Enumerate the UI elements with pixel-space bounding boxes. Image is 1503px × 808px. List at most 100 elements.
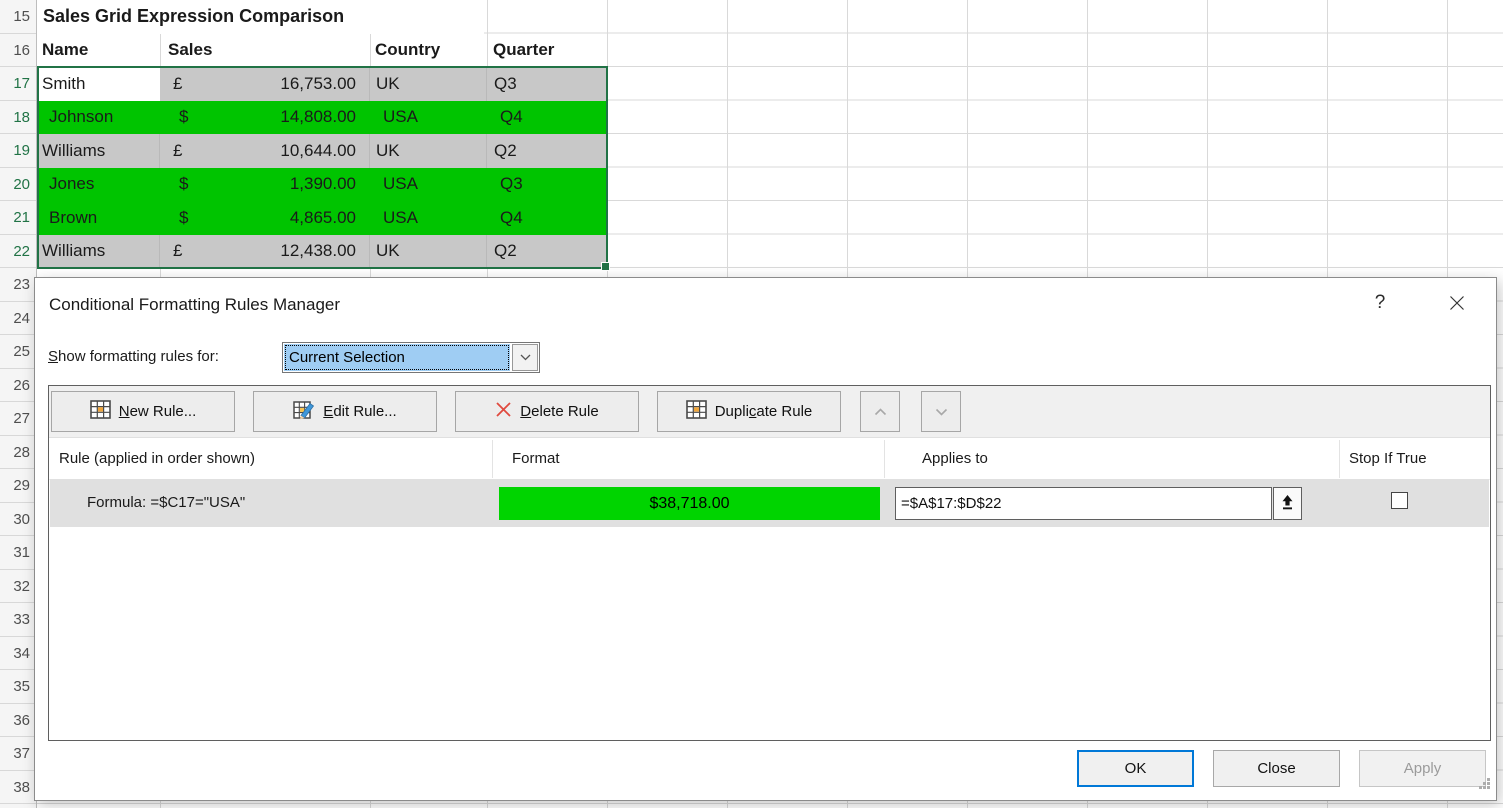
currency-symbol: £ (173, 74, 182, 94)
cell-sales[interactable]: £ 16,753.00 (160, 67, 370, 101)
table-row: Johnson $ 14,808.00 USA Q4 (37, 101, 607, 135)
amount: 4,865.00 (290, 208, 356, 228)
applies-to-input[interactable] (895, 487, 1272, 520)
cell-country[interactable]: UK (370, 235, 487, 269)
cell-country[interactable]: UK (370, 134, 487, 168)
row-header[interactable]: 33 (0, 603, 36, 637)
row-header[interactable]: 17 (0, 67, 36, 101)
new-rule-button[interactable]: New Rule... (51, 391, 235, 432)
currency-symbol: $ (179, 174, 188, 194)
cell-sales[interactable]: $ 14,808.00 (160, 101, 370, 135)
cell-sales[interactable]: $ 4,865.00 (160, 201, 370, 235)
row-header[interactable]: 29 (0, 469, 36, 503)
button-label: Duplicate Rule (715, 403, 813, 420)
collapse-dialog-button[interactable] (1273, 487, 1302, 520)
cell-country[interactable]: UK (370, 67, 487, 101)
rule-row[interactable]: Formula: =$C17="USA" $38,718.00 (50, 479, 1489, 527)
duplicate-rule-button[interactable]: Duplicate Rule (657, 391, 841, 432)
cell-name[interactable]: Johnson (37, 101, 160, 135)
dialog-title: Conditional Formatting Rules Manager (49, 295, 340, 315)
table-row: Brown $ 4,865.00 USA Q4 (37, 201, 607, 235)
amount: 14,808.00 (280, 107, 356, 127)
table-row: Smith £ 16,753.00 UK Q3 (37, 67, 607, 101)
row-header[interactable]: 16 (0, 34, 36, 68)
collapse-arrow-icon (1280, 494, 1295, 514)
delete-rule-button[interactable]: Delete Rule (455, 391, 639, 432)
row-header[interactable]: 15 (0, 0, 36, 34)
rules-list-header: Rule (applied in order shown) Format App… (49, 437, 1490, 480)
scope-dropdown-value: Current Selection (284, 344, 510, 371)
button-label: Edit Rule... (323, 403, 396, 420)
row-header[interactable]: 21 (0, 201, 36, 235)
row-header[interactable]: 30 (0, 503, 36, 537)
cell-sales[interactable]: $ 1,390.00 (160, 168, 370, 202)
amount: 10,644.00 (280, 141, 356, 161)
currency-symbol: £ (173, 141, 182, 161)
apply-button[interactable]: Apply (1359, 750, 1486, 787)
row-header[interactable]: 22 (0, 235, 36, 269)
row-header[interactable]: 23 (0, 268, 36, 302)
edit-rule-button[interactable]: Edit Rule... (253, 391, 437, 432)
cell-country[interactable]: USA (370, 101, 487, 135)
row-header[interactable]: 19 (0, 134, 36, 168)
cell-sales[interactable]: £ 10,644.00 (160, 134, 370, 168)
resize-grip[interactable] (1478, 777, 1491, 795)
close-button[interactable]: Close (1213, 750, 1340, 787)
column-divider (1339, 440, 1340, 478)
row-header[interactable]: 37 (0, 737, 36, 771)
row-header[interactable]: 32 (0, 570, 36, 604)
stop-if-true-checkbox[interactable] (1391, 492, 1408, 509)
row-header[interactable]: 28 (0, 436, 36, 470)
cell-name[interactable]: Williams (37, 134, 160, 168)
rule-formula-text: Formula: =$C17="USA" (87, 479, 245, 527)
cell-quarter[interactable]: Q2 (487, 134, 607, 168)
row-header[interactable]: 25 (0, 335, 36, 369)
row-header[interactable]: 27 (0, 402, 36, 436)
column-divider (492, 440, 493, 478)
column-header-quarter[interactable]: Quarter (487, 34, 607, 68)
scope-dropdown[interactable]: Current Selection (282, 342, 540, 373)
chevron-down-icon[interactable] (512, 344, 538, 371)
rules-toolbar: New Rule... Edit Rule... Delete Rule (49, 386, 1490, 438)
column-divider (884, 440, 885, 478)
row-header[interactable]: 36 (0, 704, 36, 738)
chevron-up-icon (874, 403, 887, 420)
button-label: Delete Rule (520, 403, 598, 420)
column-header-sales[interactable]: Sales (160, 34, 370, 68)
help-icon[interactable]: ? (1367, 290, 1393, 316)
show-rules-label: Show formatting rules for: (48, 348, 219, 365)
row-header[interactable]: 35 (0, 670, 36, 704)
close-icon[interactable] (1441, 289, 1473, 317)
row-header[interactable]: 38 (0, 771, 36, 805)
move-rule-up-button[interactable] (860, 391, 900, 432)
cell-quarter[interactable]: Q3 (487, 67, 607, 101)
currency-symbol: £ (173, 241, 182, 261)
column-header-name[interactable]: Name (37, 34, 160, 68)
chevron-down-icon (935, 403, 948, 420)
row-header[interactable]: 26 (0, 369, 36, 403)
row-header[interactable]: 34 (0, 637, 36, 671)
header-row: Name Sales Country Quarter (37, 34, 607, 68)
cell-quarter[interactable]: Q4 (487, 101, 607, 135)
amount: 16,753.00 (280, 74, 356, 94)
cell-name[interactable]: Smith (37, 67, 160, 101)
cell-quarter[interactable]: Q3 (487, 168, 607, 202)
row-header[interactable]: 24 (0, 302, 36, 336)
excel-screen: 15 16 17 18 19 20 21 22 23 24 25 26 27 2… (0, 0, 1503, 808)
cell-country[interactable]: USA (370, 201, 487, 235)
table-pencil-icon (293, 400, 315, 424)
row-header[interactable]: 31 (0, 536, 36, 570)
cell-name[interactable]: Williams (37, 235, 160, 269)
cell-quarter[interactable]: Q4 (487, 201, 607, 235)
column-header-country[interactable]: Country (370, 34, 487, 68)
row-header[interactable]: 18 (0, 101, 36, 135)
cell-quarter[interactable]: Q2 (487, 235, 607, 269)
cell-country[interactable]: USA (370, 168, 487, 202)
row-header[interactable]: 20 (0, 168, 36, 202)
cell-name[interactable]: Brown (37, 201, 160, 235)
move-rule-down-button[interactable] (921, 391, 961, 432)
cell-name[interactable]: Jones (37, 168, 160, 202)
ok-button[interactable]: OK (1077, 750, 1194, 787)
cell-sales[interactable]: £ 12,438.00 (160, 235, 370, 269)
applies-to-field (895, 487, 1302, 520)
